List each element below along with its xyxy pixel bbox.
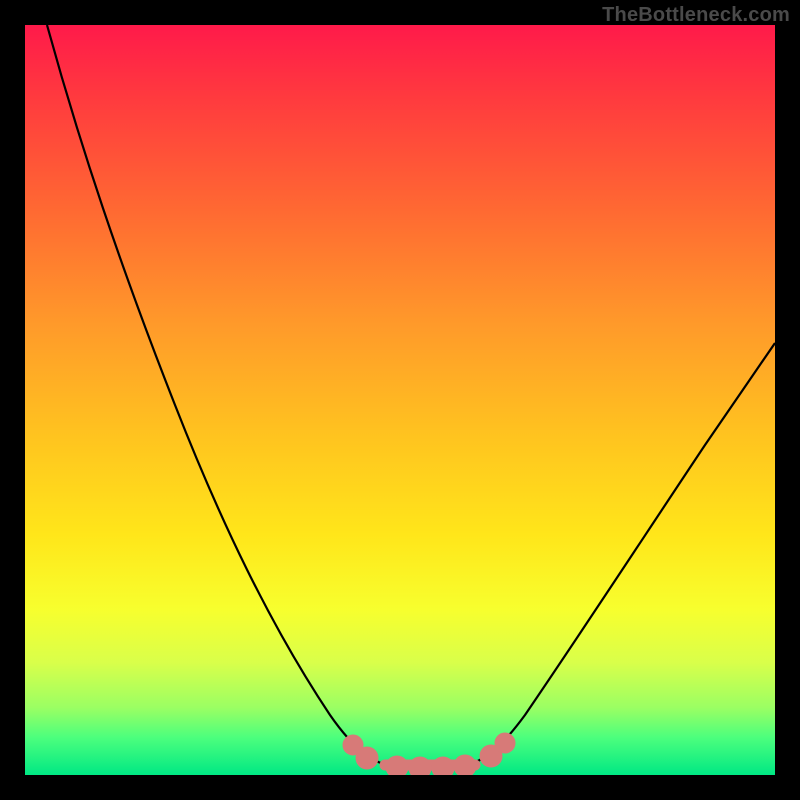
chart-plot-area [25, 25, 775, 775]
chart-svg [25, 25, 775, 775]
bottleneck-curve [47, 25, 775, 768]
chart-frame: TheBottleneck.com [0, 0, 800, 800]
attribution-text: TheBottleneck.com [602, 4, 790, 27]
highlight-band [348, 738, 510, 774]
